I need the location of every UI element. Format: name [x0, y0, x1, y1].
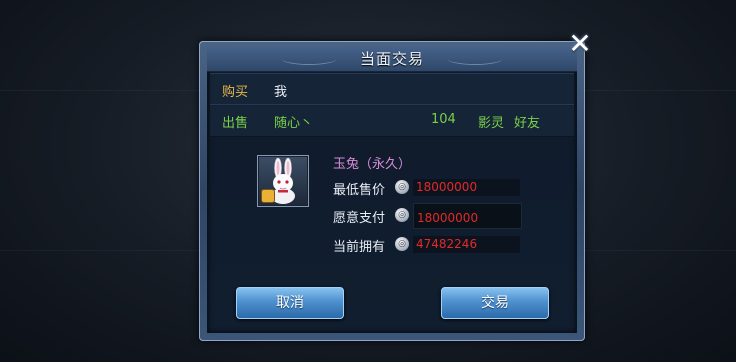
close-icon[interactable]: ✕	[566, 30, 594, 58]
dialog-titlebar: 当面交易	[207, 47, 577, 72]
owned-value: 47482246	[413, 236, 520, 253]
buyer-label: 购买	[222, 85, 249, 100]
trade-button[interactable]: 交易	[441, 287, 549, 319]
silver-coin-icon: ◎	[395, 208, 409, 222]
buyer-row: 购买 我	[210, 73, 574, 106]
buyer-name: 我	[274, 85, 288, 100]
seller-guild: 影灵	[478, 116, 505, 131]
pay-price-input[interactable]: 18000000	[413, 203, 522, 229]
title-ornament-right	[447, 52, 503, 65]
seller-name: 随心丶	[274, 116, 314, 131]
seller-label: 出售	[222, 116, 249, 131]
dialog-title: 当面交易	[359, 50, 424, 68]
lock-icon	[261, 189, 275, 203]
game-scene: 当面交易 ✕ 购买 我 出售 随心丶 104 影灵 好友 玉兔（永久） 最低售价…	[0, 0, 736, 362]
silver-coin-icon: ◎	[395, 237, 409, 251]
silver-coin-icon: ◎	[395, 180, 409, 194]
min-price-label: 最低售价	[333, 183, 386, 198]
title-ornament-left	[281, 52, 337, 65]
item-name: 玉兔（永久）	[333, 157, 412, 172]
seller-level: 104	[431, 112, 456, 127]
item-slot[interactable]	[257, 155, 309, 207]
seller-relation: 好友	[514, 116, 541, 131]
cancel-button[interactable]: 取消	[236, 287, 344, 319]
seller-row: 出售 随心丶 104 影灵 好友	[210, 104, 574, 137]
min-price-value: 18000000	[413, 179, 520, 196]
pay-price-label: 愿意支付	[333, 211, 386, 226]
owned-label: 当前拥有	[333, 240, 386, 255]
